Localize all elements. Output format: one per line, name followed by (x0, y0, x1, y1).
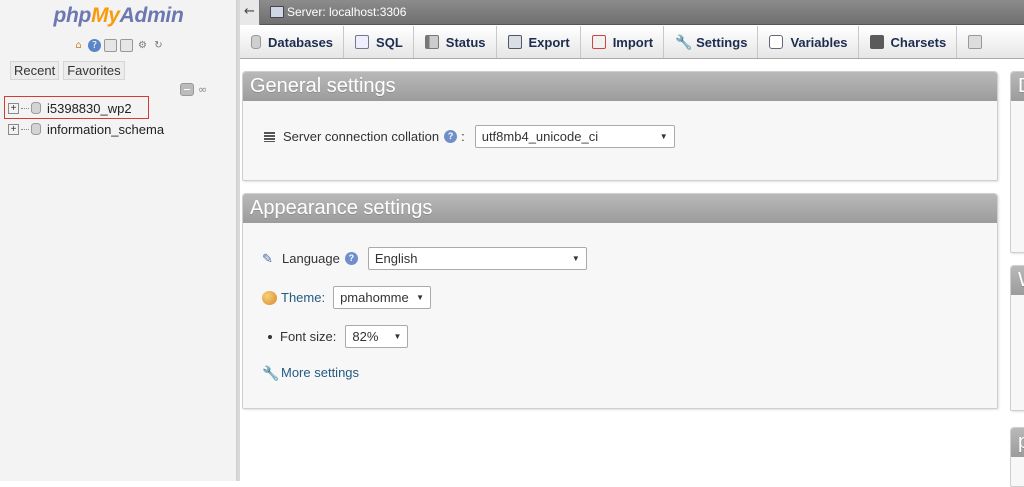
theme-link[interactable]: Theme: (281, 290, 325, 305)
more-settings-link[interactable]: More settings (281, 365, 359, 380)
tab-status[interactable]: Status (414, 26, 497, 58)
db-name[interactable]: i5398830_wp2 (47, 101, 132, 116)
status-icon (424, 35, 439, 49)
panel-title: p (1011, 428, 1024, 457)
reload-icon[interactable]: ↻ (152, 39, 165, 52)
panel-title: Appearance settings (243, 194, 997, 223)
bullet (268, 334, 272, 339)
variables-icon (769, 35, 784, 49)
tab-variables[interactable]: Variables (758, 26, 859, 58)
charsets-icon (869, 35, 884, 49)
engines-icon (968, 35, 983, 49)
expand-icon[interactable]: + (8, 102, 19, 114)
tab-label: Databases (268, 34, 334, 50)
tab-label: Export (528, 34, 570, 50)
main-menu: Databases SQL Status Export Import 🔧 Set… (240, 26, 1024, 59)
tab-sql[interactable]: SQL (344, 26, 414, 58)
server-breadcrumb-bar: ← Server: localhost:3306 (240, 0, 1024, 25)
colon: : (461, 129, 465, 144)
font-size-row: Font size: 82% (262, 325, 409, 348)
database-icon (31, 123, 41, 135)
language-select[interactable]: English (367, 247, 587, 270)
phpmyadmin-logo[interactable]: phpMyAdmin (0, 4, 237, 28)
collation-label: Server connection collation (283, 129, 440, 144)
font-size-select[interactable]: 82% (345, 325, 409, 348)
link-icon[interactable]: ∞ (198, 84, 212, 95)
import-icon (591, 35, 606, 49)
collation-row: Server connection collation ? : utf8mb4_… (264, 125, 675, 148)
font-size-label: Font size: (280, 329, 337, 344)
wrench-icon: 🔧 (675, 34, 693, 50)
general-settings-panel: General settings Server connection colla… (242, 71, 998, 181)
server-breadcrumb[interactable]: Server: localhost:3306 (287, 5, 406, 19)
server-icon (270, 6, 284, 18)
recent-tab[interactable]: Recent (10, 61, 60, 80)
panel-title: D (1011, 72, 1024, 101)
more-settings-row: 🔧 More settings (262, 365, 359, 380)
theme-select[interactable]: pmahomme (333, 286, 432, 309)
language-icon: ✎ (262, 250, 273, 266)
web-server-panel: W (1010, 265, 1024, 411)
favorites-tab[interactable]: Favorites (63, 61, 125, 80)
tab-label: Status (445, 34, 486, 50)
collapse-nav-button[interactable]: ← (240, 0, 260, 25)
phpmyadmin-panel: p (1010, 427, 1024, 487)
tree-connector (21, 107, 29, 109)
home-icon[interactable]: ⌂ (72, 39, 85, 52)
tab-label: Settings (696, 34, 748, 50)
nav-resizer[interactable] (237, 0, 240, 481)
collapse-all-icon[interactable] (180, 83, 194, 96)
gear-icon[interactable]: ⚙ (136, 39, 149, 52)
expand-icon[interactable]: + (8, 123, 19, 135)
db-tree-item[interactable]: + information_schema (8, 121, 164, 137)
theme-icon (262, 290, 277, 305)
collation-icon (264, 131, 275, 142)
docs-icon[interactable] (104, 39, 117, 52)
database-icon (251, 35, 261, 49)
theme-row: Theme: pmahomme (262, 286, 432, 309)
language-row: ✎ Language ? English (262, 247, 587, 270)
wrench-icon: 🔧 (262, 364, 280, 381)
info-icon[interactable]: ? (88, 39, 101, 52)
navigation-panel: phpMyAdmin ⌂ ? ⚙ ↻ Recent Favorites ∞ + … (0, 0, 237, 481)
tab-label: SQL (376, 34, 403, 50)
tree-connector (21, 128, 29, 130)
db-tree-item[interactable]: + i5398830_wp2 (8, 100, 132, 116)
sql-docs-icon[interactable] (120, 39, 133, 52)
tab-import[interactable]: Import (581, 26, 665, 58)
nav-icon-bar: ⌂ ? ⚙ ↻ (0, 39, 237, 52)
tab-charsets[interactable]: Charsets (859, 26, 958, 58)
sql-icon (355, 35, 370, 49)
tab-more[interactable] (957, 26, 983, 58)
language-label: Language (282, 251, 340, 266)
help-icon[interactable]: ? (444, 130, 458, 143)
tab-export[interactable]: Export (497, 26, 581, 58)
tab-label: Import (612, 34, 654, 50)
tab-databases[interactable]: Databases (240, 26, 345, 58)
collation-select[interactable]: utf8mb4_unicode_ci (474, 125, 675, 148)
tab-settings[interactable]: 🔧 Settings (664, 26, 759, 58)
nav-tabs: Recent Favorites (10, 61, 125, 80)
database-server-panel: D (1010, 71, 1024, 253)
database-icon (31, 102, 41, 114)
db-name[interactable]: information_schema (47, 122, 164, 137)
panel-title: General settings (243, 72, 997, 101)
export-icon (507, 35, 522, 49)
appearance-settings-panel: Appearance settings ✎ Language ? English… (242, 193, 998, 409)
tab-label: Charsets (890, 34, 947, 50)
tab-label: Variables (790, 34, 848, 50)
panel-title: W (1011, 266, 1024, 295)
help-icon[interactable]: ? (344, 252, 358, 265)
